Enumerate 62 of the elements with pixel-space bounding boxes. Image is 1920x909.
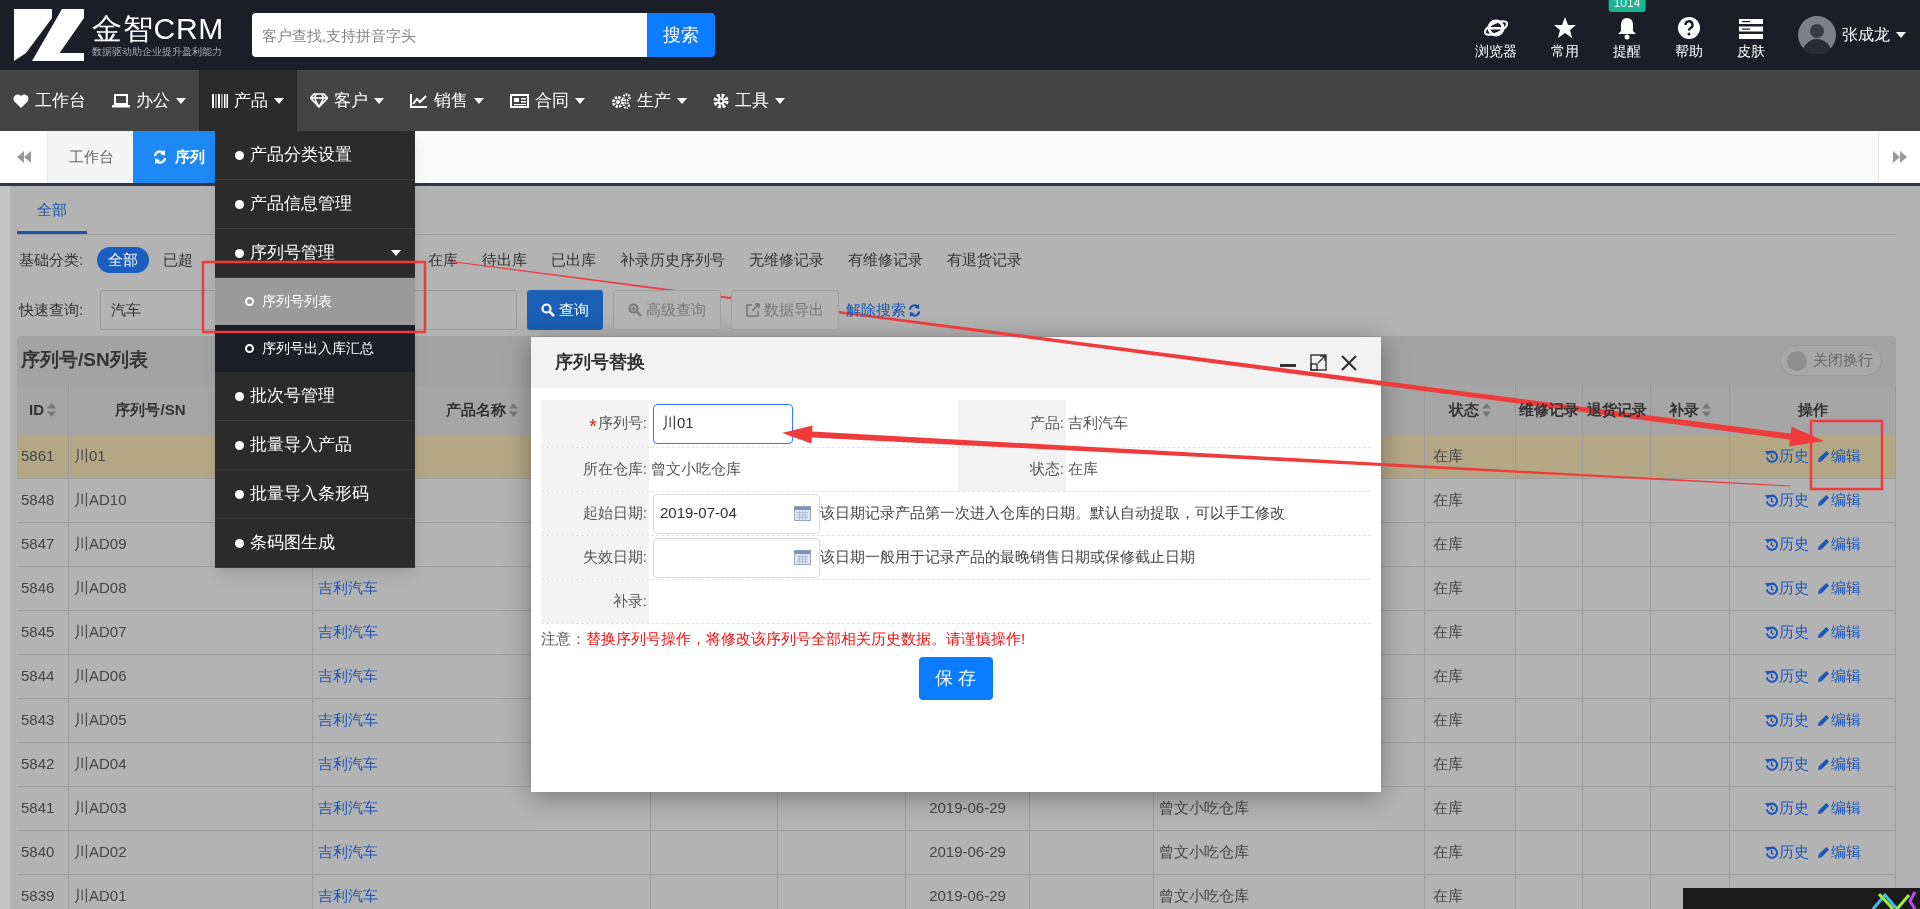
table-cell-text: 5841 (21, 798, 55, 819)
table-cell-text: 川AD02 (74, 842, 127, 863)
table-cell-text: 5839 (21, 886, 55, 907)
table-cell-text: 在库 (1433, 534, 1463, 555)
warning-text: 替换序列号操作，将修改该序列号全部相关历史数据。请谨慎操作! (586, 629, 1026, 649)
table-cell-text: 5861 (21, 446, 55, 467)
table-cell-text: 在库 (1433, 842, 1463, 863)
field-label: 状态: (1029, 459, 1064, 480)
table-cell-text: 曾文小吃仓库 (1159, 842, 1249, 863)
field-label: 序列号: (597, 413, 647, 434)
table-cell-text: 5847 (21, 534, 55, 555)
logo-text: 金智CRM (92, 12, 225, 46)
table-cell-text: 川AD03 (74, 798, 127, 819)
table-title: 序列号/SN列表 (21, 348, 148, 373)
table-cell-text: 川AD04 (74, 754, 127, 775)
field-label: 起始日期: (582, 503, 647, 524)
note-label: 注意： (541, 629, 586, 649)
table-cell-text: 5840 (21, 842, 55, 863)
table-cell-text: 川AD08 (74, 578, 127, 599)
table-cell-text: 在库 (1433, 446, 1463, 467)
table-cell-text: 川AD09 (74, 534, 127, 555)
table-cell-text: 2019-06-29 (929, 886, 1006, 907)
table-cell-text: 5842 (21, 754, 55, 775)
field-hint: 该日期一般用于记录产品的最晚销售日期或保修截止日期 (820, 547, 1195, 568)
table-cell-text: 川AD01 (74, 886, 127, 907)
field-value: 吉利汽车 (1067, 413, 1128, 434)
table-cell-text: 川AD05 (74, 710, 127, 731)
table-cell-text: 川AD06 (74, 666, 127, 687)
field-hint: 该日期记录产品第一次进入仓库的日期。默认自动提取，可以手工修改 (820, 503, 1285, 524)
field-value: 在库 (1067, 459, 1098, 480)
table-cell-text: 2019-06-29 (929, 842, 1006, 863)
table-cell-text: 5846 (21, 578, 55, 599)
required-mark: * (589, 415, 597, 436)
table-cell-text: 在库 (1433, 622, 1463, 643)
table-cell-text: 在库 (1433, 578, 1463, 599)
field-label: 产品: (1029, 413, 1064, 434)
table-cell-text: 川01 (74, 446, 106, 467)
search-label: 快速查询: (19, 299, 85, 320)
column-header: 序列号/SN (115, 399, 186, 420)
table-cell-text: 在库 (1433, 886, 1463, 907)
table-cell-text: 在库 (1433, 666, 1463, 687)
table-cell-text: 川AD07 (74, 622, 127, 643)
field-label: 失效日期: (582, 547, 647, 568)
field-label: 所在仓库: (582, 459, 647, 480)
table-cell-text: 2019-06-29 (929, 798, 1006, 819)
dialog-title: 序列号替换 (555, 351, 645, 374)
field-value: 曾文小吃仓库 (650, 459, 741, 480)
table-cell-text: 5843 (21, 710, 55, 731)
field-label: 补录: (612, 591, 647, 612)
table-cell-text: 曾文小吃仓库 (1159, 886, 1249, 907)
table-cell-text: 在库 (1433, 710, 1463, 731)
table-cell-text: 在库 (1433, 754, 1463, 775)
table-cell-text: 5844 (21, 666, 55, 687)
table-cell-text: 5848 (21, 490, 55, 511)
table-cell-text: 曾文小吃仓库 (1159, 798, 1249, 819)
table-cell-text: 在库 (1433, 490, 1463, 511)
table-cell-text: 川AD10 (74, 490, 127, 511)
table-cell-text: 5845 (21, 622, 55, 643)
column-header: 操作 (1797, 399, 1828, 420)
tagline: 数据驱动助企业提升盈利能力 (92, 46, 223, 58)
filter-label: 基础分类: (19, 249, 84, 270)
table-cell-text: 在库 (1433, 798, 1463, 819)
